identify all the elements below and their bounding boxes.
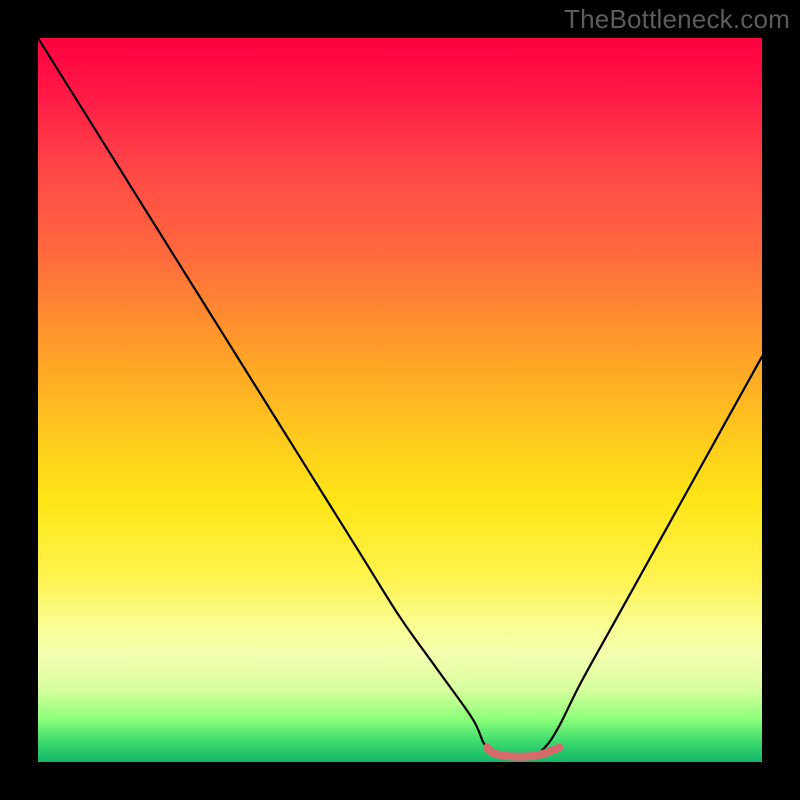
optimal-range-marker-path [487, 748, 559, 757]
watermark-text: TheBottleneck.com [564, 4, 790, 35]
chart-svg [38, 38, 762, 762]
plot-area [38, 38, 762, 762]
chart-frame: TheBottleneck.com [0, 0, 800, 800]
bottleneck-curve-path [38, 38, 762, 757]
